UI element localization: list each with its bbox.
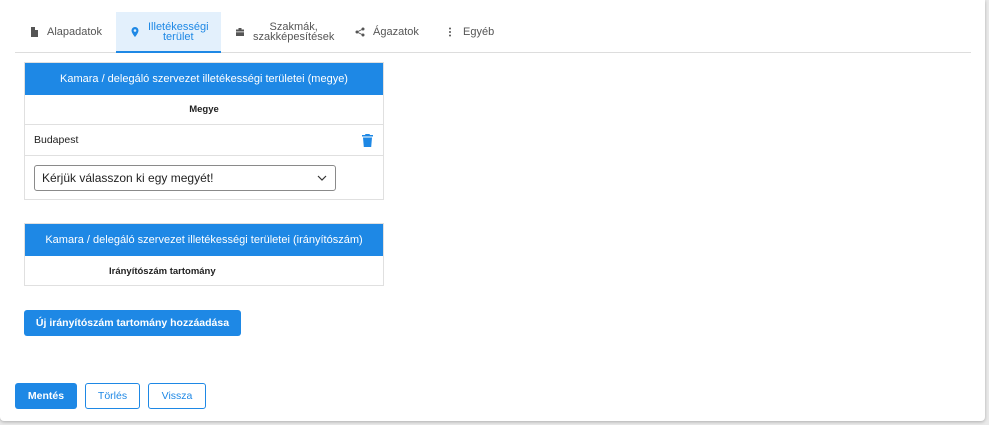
county-select[interactable]: Kérjük válasszon ki egy megyét! <box>34 164 336 191</box>
briefcase-icon <box>235 27 245 37</box>
share-icon <box>355 27 365 37</box>
zip-column-header: Irányítószám tartomány <box>109 265 216 277</box>
zip-table: Kamara / delegáló szervezet illetékesség… <box>24 223 384 286</box>
tab-agazatok[interactable]: Ágazatok <box>341 12 431 52</box>
add-zip-range-button[interactable]: Új irányítószám tartomány hozzáadása <box>24 310 241 336</box>
tab-alapadatok[interactable]: Alapadatok <box>15 12 116 52</box>
more-vertical-icon <box>445 27 455 37</box>
county-column-header: Megye <box>25 95 383 125</box>
county-select-row: Kérjük válasszon ki egy megyét! <box>25 156 383 199</box>
county-select-value: Kérjük válasszon ki egy megyét! <box>42 170 214 185</box>
tab-szakmak[interactable]: Szakmák, szakképesítések <box>221 12 341 52</box>
tab-label: Illetékességi terület <box>148 21 209 43</box>
trash-icon[interactable] <box>362 133 373 147</box>
county-table-title: Kamara / delegáló szervezet illetékesség… <box>25 63 383 95</box>
tab-label: Ágazatok <box>373 26 419 38</box>
save-button[interactable]: Mentés <box>15 383 77 409</box>
document-icon <box>29 27 39 37</box>
zip-table-title: Kamara / delegáló szervezet illetékesség… <box>25 224 383 256</box>
tab-label: Alapadatok <box>47 26 103 38</box>
tab-illetekessegi-terulet[interactable]: Illetékességi terület <box>116 12 221 53</box>
form-card: Alapadatok Illetékességi terület Szakmák… <box>0 0 985 421</box>
tab-bar: Alapadatok Illetékességi terület Szakmák… <box>15 12 971 53</box>
tab-label: Egyéb <box>463 26 495 38</box>
delete-button[interactable]: Törlés <box>85 383 140 409</box>
county-name: Budapest <box>34 134 79 146</box>
tab-egyeb[interactable]: Egyéb <box>431 12 511 52</box>
location-pin-icon <box>130 27 140 37</box>
table-row: Budapest <box>25 125 383 156</box>
back-button[interactable]: Vissza <box>148 383 206 409</box>
chevron-down-icon <box>317 175 327 181</box>
tab-label: Szakmák, szakképesítések <box>253 21 335 43</box>
county-table: Kamara / delegáló szervezet illetékesség… <box>24 62 384 200</box>
